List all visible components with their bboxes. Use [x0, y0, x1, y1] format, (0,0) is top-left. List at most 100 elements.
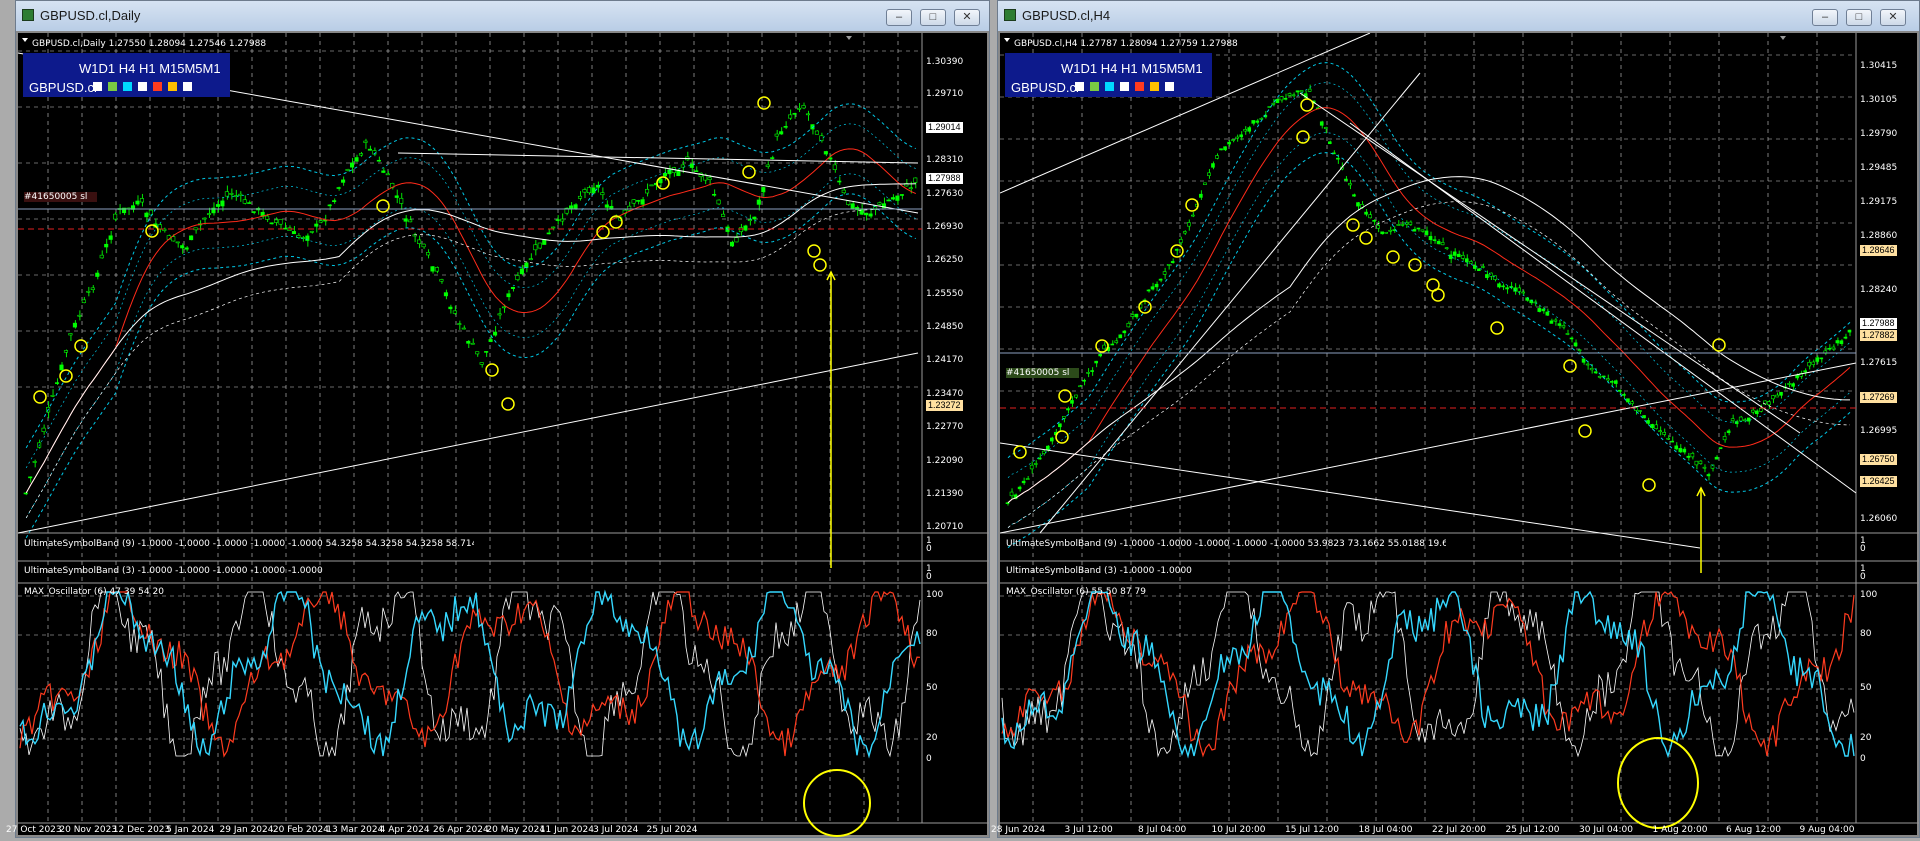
- candle: [1295, 90, 1300, 93]
- candle: [269, 222, 274, 225]
- candle: [1037, 457, 1042, 460]
- candle: [247, 202, 252, 204]
- candle: [1174, 248, 1179, 251]
- candle: [510, 286, 516, 289]
- candle: [640, 199, 645, 205]
- signal-circle: [1300, 98, 1314, 112]
- window-titlebar[interactable]: GBPUSD.cl,Daily – □ ✕: [16, 1, 989, 31]
- signal-circle: [1013, 445, 1027, 459]
- candle: [841, 189, 846, 194]
- candle: [381, 170, 386, 173]
- price-label: 1.30415: [1860, 61, 1898, 71]
- time-label: 18 Jul 04:00: [1358, 825, 1413, 835]
- candle: [1674, 445, 1679, 450]
- candle: [537, 242, 542, 249]
- signal-circle: [376, 199, 390, 213]
- chart-area[interactable]: GBPUSD.cl,H4 1.27787 1.28094 1.27759 1.2…: [991, 31, 1919, 837]
- symbol-label: GBPUSD.cl: [29, 80, 97, 95]
- h4-chart-window[interactable]: GBPUSD.cl,H4 – □ ✕ GBPUSD.cl,H4 1.27787 …: [991, 0, 1920, 838]
- close-button[interactable]: ✕: [1880, 9, 1906, 26]
- candle: [1831, 346, 1836, 350]
- candle: [63, 350, 68, 353]
- candle: [1650, 424, 1654, 429]
- candle: [1283, 97, 1288, 100]
- time-label: 6 Aug 12:00: [1726, 825, 1781, 835]
- candle: [1795, 374, 1799, 379]
- minimize-icon: –: [895, 11, 903, 23]
- price-tag: 1.27882: [1860, 330, 1897, 341]
- candle: [734, 237, 739, 243]
- candle: [1436, 240, 1441, 245]
- candle: [756, 199, 761, 205]
- candle: [1243, 128, 1248, 132]
- minimize-button[interactable]: –: [886, 9, 912, 26]
- time-label: 1 Aug 20:00: [1652, 825, 1708, 835]
- candle: [1750, 409, 1755, 413]
- candle: [1537, 308, 1542, 312]
- candle: [72, 322, 77, 328]
- candle: [1702, 466, 1707, 469]
- time-label: 15 Jul 12:00: [1285, 825, 1339, 835]
- price-label: 1.29175: [1860, 197, 1898, 207]
- candle: [90, 287, 95, 290]
- price-label: 1.30105: [1860, 95, 1898, 105]
- candle: [1444, 247, 1449, 249]
- candle: [788, 114, 793, 119]
- timeframe-panel[interactable]: W1D1 H4 H1 M15M5M1 GBPUSD.cl: [23, 53, 230, 97]
- order-label[interactable]: #41650005 sl: [1006, 368, 1080, 378]
- candle: [658, 178, 663, 184]
- candle: [457, 323, 462, 325]
- signal-circle: [145, 224, 159, 238]
- candle: [1638, 410, 1642, 412]
- candle: [707, 177, 712, 180]
- candle: [1605, 378, 1610, 381]
- moving-average-white: [25, 183, 916, 494]
- candle: [77, 314, 82, 317]
- candle: [765, 164, 770, 167]
- candle: [1626, 398, 1630, 403]
- candle: [1477, 268, 1481, 271]
- candle: [837, 180, 842, 183]
- candle: [1513, 287, 1517, 292]
- candle: [358, 153, 364, 156]
- minimize-button[interactable]: –: [1812, 9, 1838, 26]
- daily-chart-window[interactable]: GBPUSD.cl,Daily – □ ✕ GBPUSD.cl,Daily 1.…: [6, 0, 990, 838]
- timeframe-labels[interactable]: W1D1 H4 H1 M15M5M1: [79, 61, 221, 76]
- candle: [1356, 202, 1360, 207]
- candle: [1448, 254, 1453, 260]
- oscillator-level-label: 20: [1860, 733, 1872, 743]
- candle: [1815, 357, 1820, 362]
- price-tag: 1.27269: [1860, 392, 1897, 403]
- close-button[interactable]: ✕: [954, 9, 980, 26]
- candle: [229, 193, 234, 195]
- maximize-button[interactable]: □: [920, 9, 946, 26]
- candle: [448, 306, 453, 310]
- candle: [1114, 340, 1119, 343]
- symbol-label: GBPUSD.cl: [1011, 80, 1079, 95]
- candle: [805, 113, 811, 116]
- window-titlebar[interactable]: GBPUSD.cl,H4 – □ ✕: [998, 1, 1919, 31]
- candle: [1364, 211, 1368, 215]
- candle: [470, 342, 475, 345]
- candle: [1275, 98, 1280, 104]
- scroll-marker-icon: [1780, 36, 1786, 40]
- candle: [1827, 347, 1832, 350]
- timeframe-labels[interactable]: W1D1 H4 H1 M15M5M1: [1061, 61, 1203, 76]
- candle: [1589, 367, 1594, 371]
- tf-status-square: [1090, 82, 1099, 91]
- candle: [493, 331, 498, 336]
- time-label: 20 Feb 2024: [272, 825, 329, 835]
- chart-area[interactable]: GBPUSD.cl,Daily 1.27550 1.28094 1.27546 …: [6, 31, 989, 837]
- price-label: 1.23470: [926, 389, 964, 399]
- candle: [1775, 394, 1779, 398]
- candle: [519, 268, 524, 275]
- candle: [265, 215, 270, 220]
- price-label: 1.24850: [926, 322, 964, 332]
- candle: [171, 236, 176, 242]
- signal-circle: [33, 390, 47, 404]
- maximize-button[interactable]: □: [1846, 9, 1872, 26]
- order-label[interactable]: #41650005 sl: [24, 192, 98, 202]
- candle: [1811, 361, 1816, 365]
- candle: [1730, 418, 1735, 422]
- timeframe-panel[interactable]: W1D1 H4 H1 M15M5M1 GBPUSD.cl: [1005, 53, 1212, 97]
